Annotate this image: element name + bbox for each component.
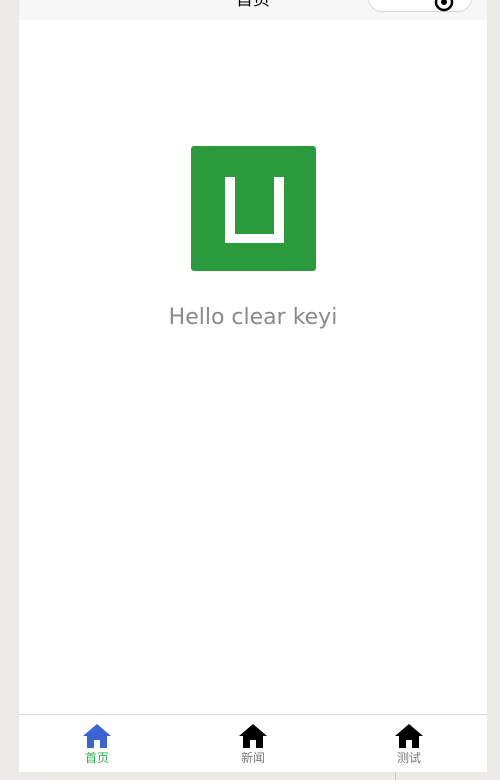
app-logo (191, 146, 316, 271)
tab-label: 首页 (84, 751, 109, 765)
tab-bar: 首页 新闻 测试 (19, 714, 487, 772)
tab-label: 新闻 (240, 751, 265, 765)
capsule-menu[interactable] (368, 0, 472, 12)
page-title: 首页 (236, 0, 270, 10)
home-icon (83, 724, 111, 748)
close-circle-icon[interactable] (433, 0, 455, 17)
home-icon (395, 724, 423, 748)
divider (395, 772, 396, 780)
home-icon (239, 724, 267, 748)
navigation-bar: 首页 (19, 0, 487, 20)
tab-test[interactable]: 测试 (331, 715, 487, 772)
greeting-text: Hello clear keyi (168, 305, 338, 330)
window-bottom-edge (0, 772, 500, 780)
phone-screen: 首页 Hello clear keyi 首页 新闻 测试 (19, 0, 487, 772)
tab-news[interactable]: 新闻 (175, 715, 331, 772)
tab-label: 测试 (396, 751, 421, 765)
tab-home[interactable]: 首页 (19, 715, 175, 772)
